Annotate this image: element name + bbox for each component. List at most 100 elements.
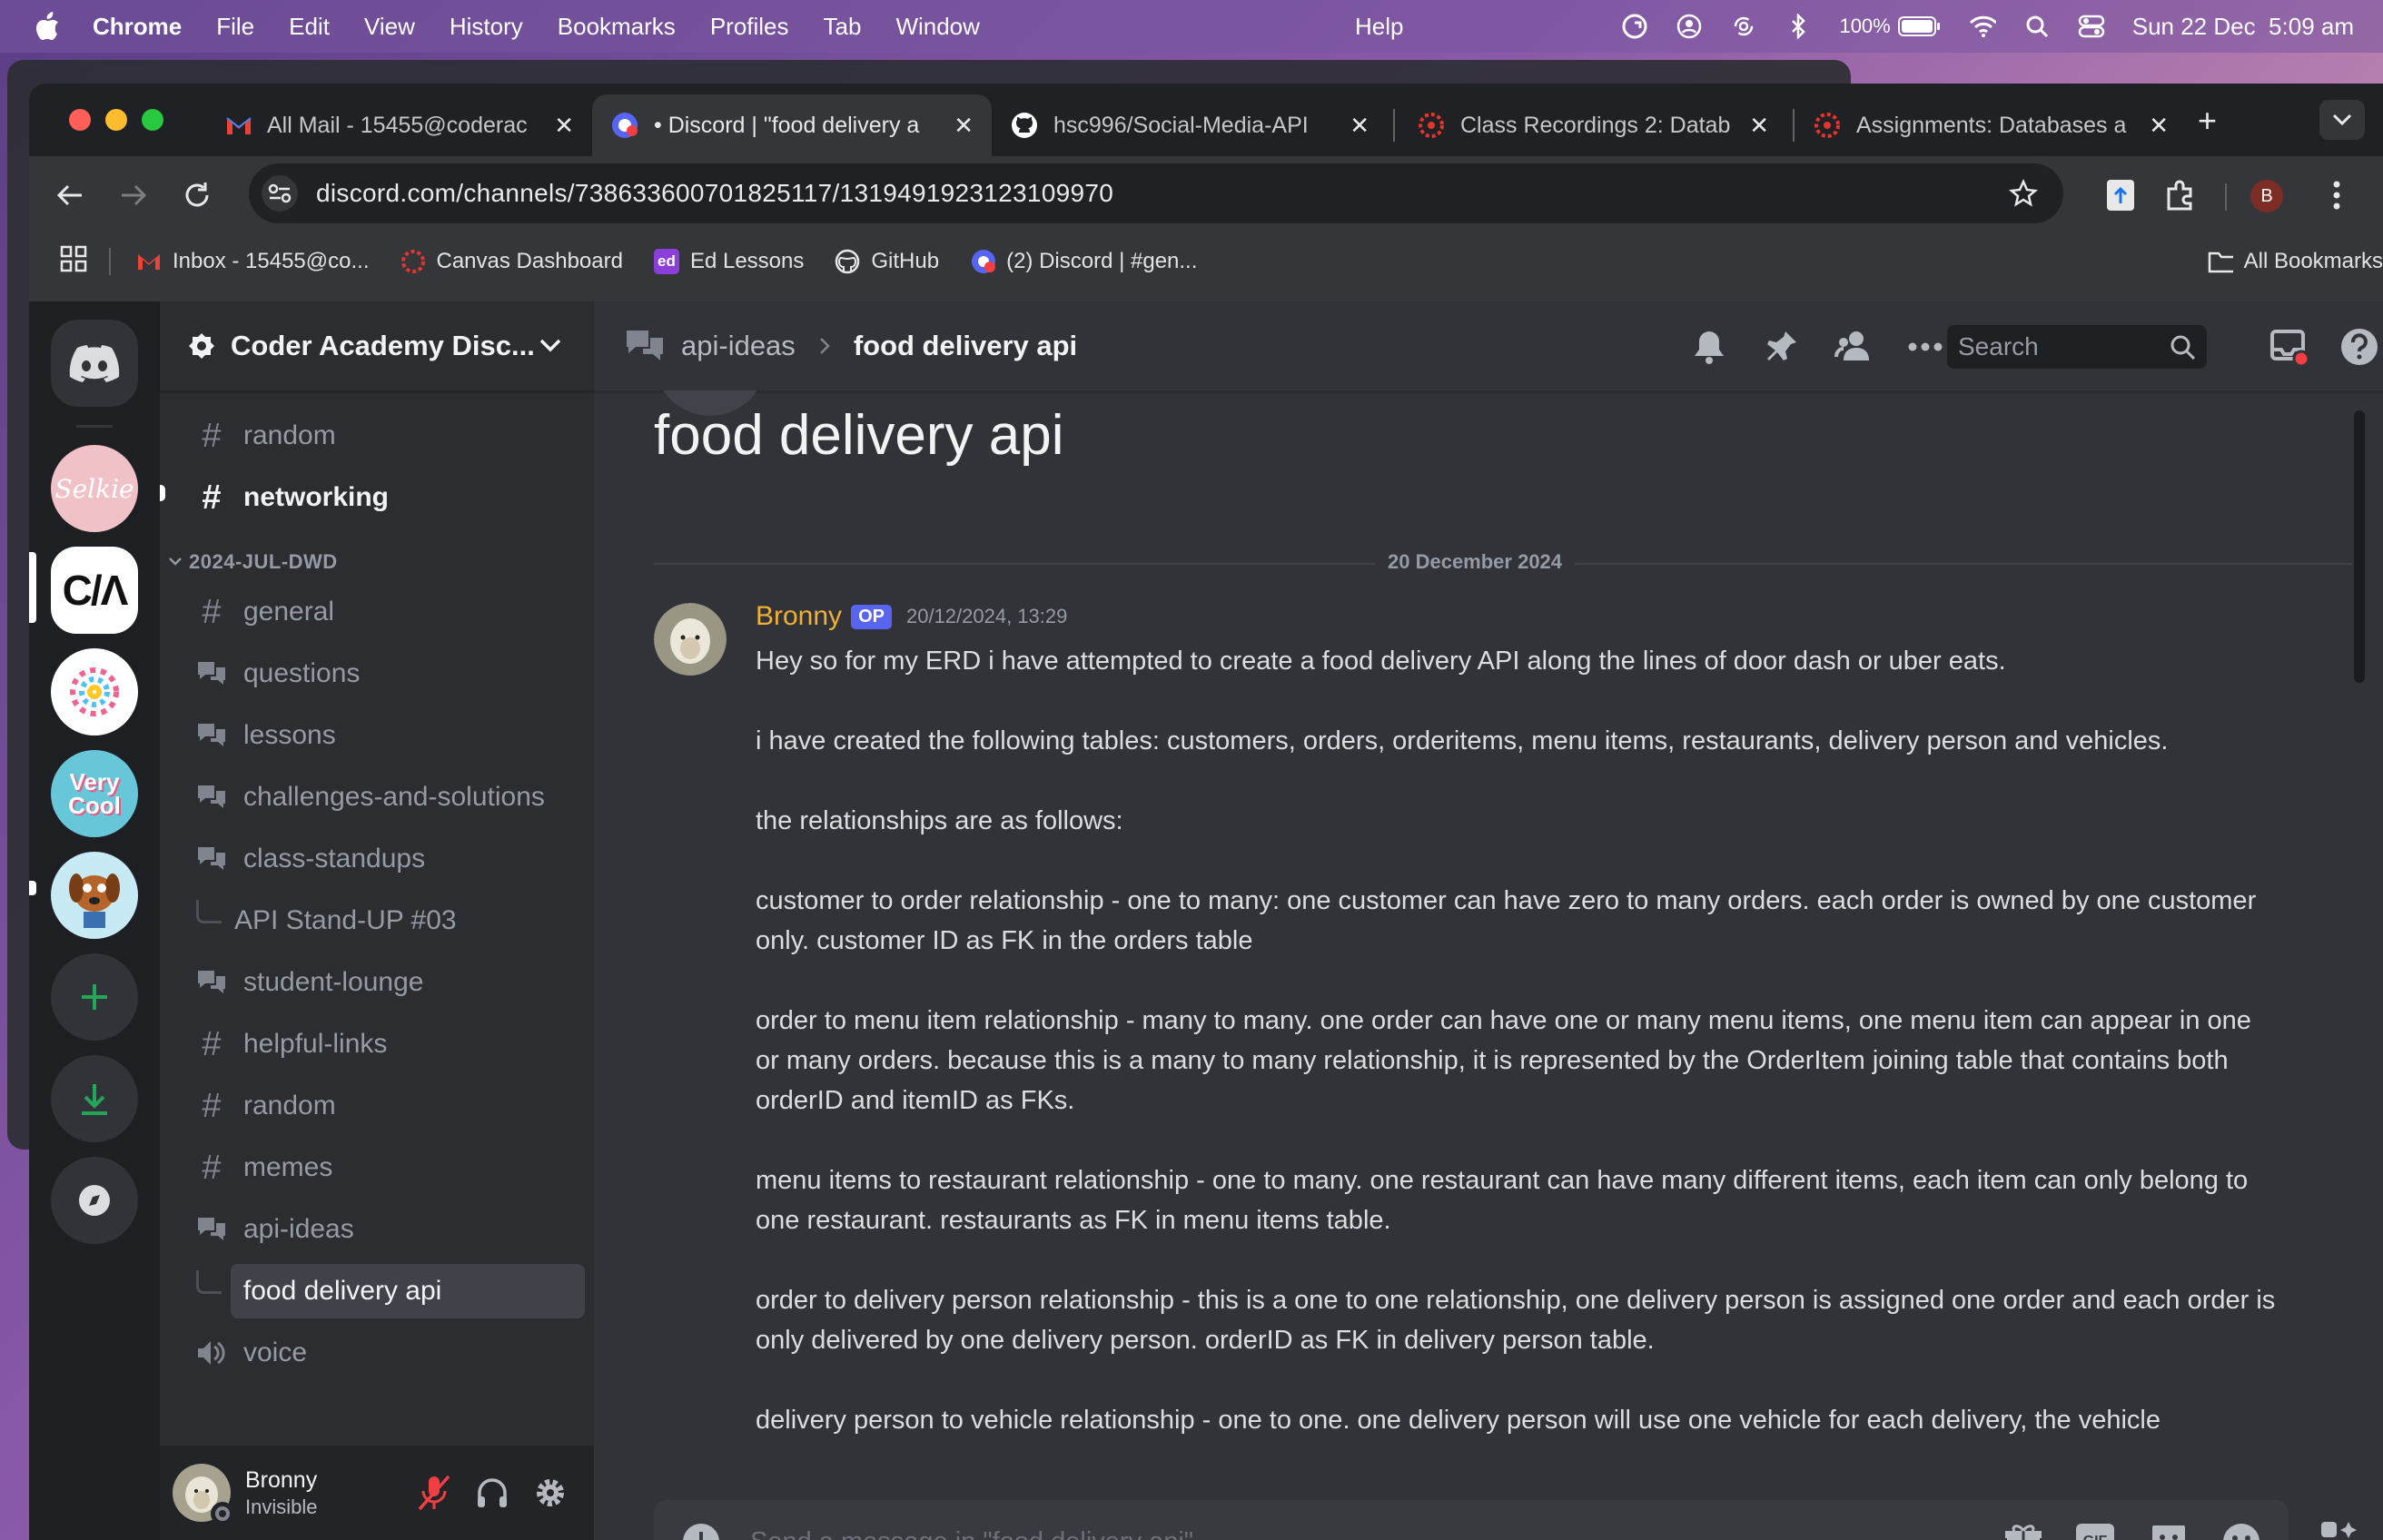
wifi-icon[interactable] [1969,13,1996,40]
minimize-window-button[interactable] [105,109,127,131]
profile-avatar[interactable]: B [2250,180,2283,212]
bluetooth-icon[interactable] [1785,13,1812,40]
url-text[interactable]: discord.com/channels/738633600701825117/… [316,179,1113,208]
thread-food-delivery-api[interactable]: food delivery api [196,1264,585,1318]
menu-help[interactable]: Help [1355,13,1403,41]
close-window-button[interactable] [69,109,91,131]
more-options-icon[interactable] [1905,327,1945,367]
discord-home-button[interactable] [51,320,138,407]
close-tab-icon[interactable]: ✕ [1350,112,1369,140]
menu-history[interactable]: History [450,13,523,41]
bookmark-discord[interactable]: (2) Discord | #gen... [970,249,1197,274]
battery-status[interactable]: 100% [1839,15,1941,38]
tab-github[interactable]: hsc996/Social-Media-API ✕ [992,94,1388,156]
extension-upload-icon[interactable] [2107,180,2134,211]
channel-lessons[interactable]: lessons [173,708,585,763]
close-tab-icon[interactable]: ✕ [2149,112,2169,140]
channel-helpful-links[interactable]: # helpful-links [173,1017,585,1071]
apple-icon[interactable] [35,12,62,41]
channel-random[interactable]: # random [173,409,585,463]
server-dog[interactable] [51,852,138,939]
pin-icon[interactable] [1762,327,1802,367]
help-icon[interactable] [2339,327,2379,367]
control-center-icon[interactable] [2078,13,2105,40]
close-tab-icon[interactable]: ✕ [954,112,974,140]
gift-icon[interactable] [2003,1522,2043,1540]
menu-window[interactable]: Window [895,13,979,41]
add-attachment-icon[interactable] [681,1522,721,1540]
user-avatar[interactable] [173,1464,234,1525]
menu-file[interactable]: File [216,13,254,41]
tab-canvas-assignments[interactable]: Assignments: Databases a ✕ [1795,94,2187,156]
channel-class-standups[interactable]: class-standups [173,832,585,886]
close-tab-icon[interactable]: ✕ [1749,112,1769,140]
add-server-button[interactable] [51,953,138,1041]
bookmark-ed[interactable]: ed Ed Lessons [653,249,804,274]
headphones-icon[interactable] [474,1475,510,1511]
grammarly-icon[interactable] [1621,13,1648,40]
all-bookmarks[interactable]: All Bookmarks [2208,249,2383,274]
spotlight-search-icon[interactable] [2023,13,2051,40]
menu-bookmarks[interactable]: Bookmarks [558,13,676,41]
message-composer[interactable]: Send a message in "food delivery api" GI… [654,1500,2289,1540]
tab-search-button[interactable] [2319,100,2365,140]
bookmark-canvas[interactable]: Canvas Dashboard [400,249,623,274]
gif-icon[interactable]: GIF [2076,1524,2114,1540]
tab-discord[interactable]: • Discord | "food delivery a ✕ [592,94,992,156]
menu-tab[interactable]: Tab [824,13,862,41]
category-header[interactable]: 2024-JUL-DWD [169,550,338,574]
microphone-muted-icon[interactable] [416,1473,452,1513]
channel-networking[interactable]: # networking [173,470,585,525]
sticker-icon[interactable] [2149,1522,2189,1540]
bookmark-github[interactable]: GitHub [835,249,939,274]
channel-memes[interactable]: # memes [173,1140,585,1195]
channel-general[interactable]: # general [173,585,585,639]
download-apps-button[interactable] [51,1055,138,1142]
channel-challenges-and-solutions[interactable]: challenges-and-solutions [173,770,585,824]
parent-forum-link[interactable]: api-ideas [681,330,796,362]
inbox-icon[interactable] [2269,327,2309,367]
scrollbar-thumb[interactable] [2354,410,2365,683]
settings-gear-icon[interactable] [532,1475,569,1511]
server-selkie[interactable]: Selkie [51,445,138,532]
app-launcher-icon[interactable] [2319,1520,2359,1540]
chrome-menu-icon[interactable] [2332,180,2341,211]
user-info[interactable]: Bronny Invisible [245,1467,317,1519]
menu-clock[interactable]: Sun 22 Dec 5:09 am [2132,13,2354,41]
channel-api-ideas[interactable]: api-ideas [173,1202,585,1257]
channel-student-lounge[interactable]: student-lounge [173,955,585,1010]
server-coder-academy[interactable]: C/Λ [51,547,138,634]
site-info-icon[interactable] [262,175,298,212]
menu-edit[interactable]: Edit [289,13,330,41]
apps-grid-icon[interactable] [60,245,87,279]
channel-random-2[interactable]: # random [173,1079,585,1133]
back-icon[interactable] [54,180,85,211]
address-bar[interactable]: discord.com/channels/738633600701825117/… [249,163,2063,223]
bookmark-star-icon[interactable] [2009,179,2038,208]
tab-canvas-recordings[interactable]: Class Recordings 2: Datab ✕ [1399,94,1787,156]
zoom-window-button[interactable] [142,109,163,131]
forward-icon[interactable] [118,180,149,211]
guild-header[interactable]: Coder Academy Disc... [160,301,594,390]
menu-app-name[interactable]: Chrome [93,13,182,41]
close-tab-icon[interactable]: ✕ [554,112,574,140]
channel-events[interactable]: #events [173,390,585,401]
member-list-icon[interactable] [1834,327,1874,367]
tab-gmail[interactable]: All Mail - 15455@coderac ✕ [207,94,592,156]
thread-api-standup[interactable]: API Stand-UP #03 [196,893,585,948]
bookmark-inbox[interactable]: Inbox - 15455@co... [136,249,370,274]
airdrop-icon[interactable] [1730,13,1757,40]
composer-placeholder[interactable]: Send a message in "food delivery api" [750,1527,1193,1540]
extensions-puzzle-icon[interactable] [2163,178,2198,212]
message-avatar[interactable] [654,603,727,676]
user-account-icon[interactable] [1676,13,1703,40]
new-tab-icon[interactable]: + [2198,102,2217,140]
author-name[interactable]: Bronny [756,601,842,632]
menu-profiles[interactable]: Profiles [710,13,789,41]
menu-view[interactable]: View [364,13,415,41]
channel-questions[interactable]: questions [173,647,585,701]
reload-icon[interactable] [182,180,213,211]
server-very-cool[interactable]: Very Cool [51,750,138,837]
emoji-icon[interactable] [2221,1522,2261,1540]
discover-button[interactable] [51,1157,138,1244]
